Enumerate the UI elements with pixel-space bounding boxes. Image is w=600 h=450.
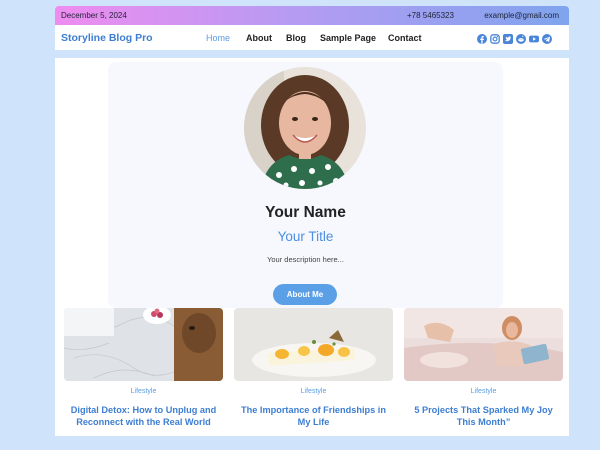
youtube-icon[interactable] <box>529 31 539 43</box>
nav-home[interactable]: Home <box>206 33 230 43</box>
profile-card: Your Name Your Title Your description he… <box>108 62 503 308</box>
telegram-icon[interactable] <box>542 31 552 44</box>
post-thumbnail[interactable] <box>404 308 563 381</box>
profile-description: Your description here... <box>267 255 344 264</box>
post-thumbnail[interactable] <box>64 308 223 381</box>
profile-photo <box>244 67 366 189</box>
post-title[interactable]: The Importance of Friendships in My Life <box>234 404 393 428</box>
social-links <box>477 31 552 44</box>
navigation-bar: Storyline Blog Pro Home About Blog Sampl… <box>55 25 569 50</box>
instagram-icon[interactable] <box>490 31 500 44</box>
current-date: December 5, 2024 <box>61 11 127 20</box>
post-category[interactable]: Lifestyle <box>234 388 393 395</box>
profile-title: Your Title <box>277 229 334 244</box>
profile-name: Your Name <box>265 204 346 221</box>
nav-contact[interactable]: Contact <box>388 33 422 43</box>
nav-about[interactable]: About <box>246 33 272 43</box>
post-category[interactable]: Lifestyle <box>404 388 563 395</box>
post-card[interactable]: Lifestyle 5 Projects That Sparked My Joy… <box>404 308 563 428</box>
post-category[interactable]: Lifestyle <box>64 388 223 395</box>
email-address[interactable]: example@gmail.com <box>484 11 559 20</box>
phone-number[interactable]: +78 5465323 <box>407 11 454 20</box>
reddit-icon[interactable] <box>516 31 526 44</box>
post-card[interactable]: Lifestyle The Importance of Friendships … <box>234 308 393 428</box>
post-card[interactable]: Lifestyle Digital Detox: How to Unplug a… <box>64 308 223 428</box>
about-me-button[interactable]: About Me <box>273 284 337 305</box>
top-info-bar: December 5, 2024 +78 5465323 example@gma… <box>55 6 569 25</box>
nav-blog[interactable]: Blog <box>286 33 306 43</box>
site-title[interactable]: Storyline Blog Pro <box>61 32 153 44</box>
facebook-icon[interactable] <box>477 31 487 44</box>
main-content: Your Name Your Title Your description he… <box>55 58 569 436</box>
nav-sample-page[interactable]: Sample Page <box>320 33 376 43</box>
post-title[interactable]: Digital Detox: How to Unplug and Reconne… <box>64 404 223 428</box>
twitter-icon[interactable] <box>503 31 513 44</box>
post-thumbnail[interactable] <box>234 308 393 381</box>
post-title[interactable]: 5 Projects That Sparked My Joy This Mont… <box>404 404 563 428</box>
